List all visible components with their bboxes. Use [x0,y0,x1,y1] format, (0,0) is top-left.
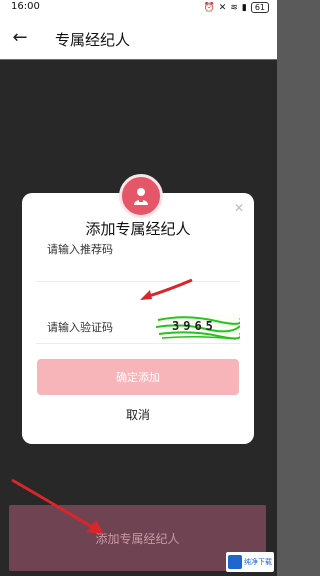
alarm-icon: ⏰ [203,2,215,13]
page-title: 专属经纪人 [55,31,131,49]
dialog-title: 添加专属经纪人 [85,220,191,238]
watermark-text: 纯净下载 [244,558,272,566]
back-button[interactable]: ← [9,26,31,48]
battery-icon: 61 [250,2,269,13]
wifi-icon: ≋ [230,2,238,13]
signal-icon: ▮ [241,2,247,13]
add-agent-dialog: ✕ 添加专属经纪人 请输入推荐码 请输入验证码 3965 确定添加 取消 [22,193,254,444]
status-bar: 16:00 ⏰ ✕ ≋ ▮ 61 [0,0,277,17]
annotation-arrow-referral [140,278,193,300]
watermark-logo-icon [228,555,242,569]
captcha-image[interactable]: 3965 [156,314,240,340]
watermark: 纯净下载 [226,552,274,572]
agent-icon [134,188,148,205]
back-arrow-icon: ← [12,26,28,48]
captcha-text: 3965 [172,319,217,333]
referral-code-input[interactable]: 请输入推荐码 [47,241,237,263]
status-icons: ⏰ ✕ ≋ ▮ 61 [204,2,269,13]
status-time: 16:00 [11,1,40,12]
confirm-add-button[interactable]: 确定添加 [37,359,239,395]
close-icon[interactable]: ✕ [234,201,244,215]
annotation-arrow-bottom [11,478,104,534]
mute-icon: ✕ [218,2,227,13]
header-bar: ← 专属经纪人 [0,17,277,60]
divider [36,343,240,344]
cancel-button[interactable]: 取消 [22,406,254,423]
dialog-header-badge [119,174,163,218]
